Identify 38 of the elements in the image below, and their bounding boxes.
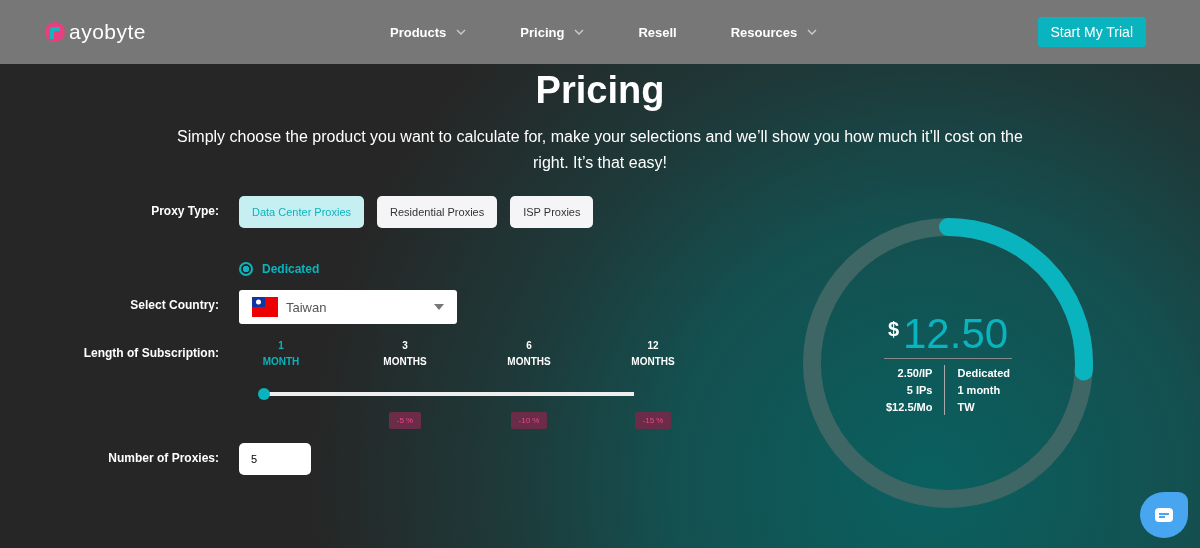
subscription-option[interactable]: 3 MONTHS xyxy=(343,338,467,370)
discount-badge: -10 % xyxy=(510,412,548,429)
flag-icon xyxy=(252,297,278,317)
field-label: Number of Proxies: xyxy=(107,450,219,467)
logo-icon xyxy=(44,21,66,43)
radio-button[interactable] xyxy=(239,262,253,276)
chat-icon xyxy=(1154,507,1174,523)
proxy-type-tab[interactable]: Residential Proxies xyxy=(377,196,498,228)
field-label: Length of Subscription: xyxy=(82,345,219,362)
slider-thumb[interactable] xyxy=(258,388,270,400)
input-field[interactable]: 5 xyxy=(239,443,311,475)
intro-text: Simply choose the product you want to calculate for, make your selections and we’ll show you how much it’ll cost on the right. It’s that easy! xyxy=(176,127,1024,173)
price-value: 12.50 xyxy=(903,311,1009,356)
discount-badge: -5 % xyxy=(388,412,422,429)
field-label: Proxy Type: xyxy=(150,203,219,220)
nav-link[interactable]: Resell xyxy=(638,24,677,40)
page-title: Pricing xyxy=(534,68,666,112)
summary-text: $12.5/Mo xyxy=(885,400,933,413)
subscription-option[interactable]: 12 MONTHS xyxy=(591,338,715,370)
summary-text: 1 month xyxy=(957,383,1002,396)
country-dropdown[interactable]: Taiwan xyxy=(239,290,457,324)
proxy-type-tab[interactable]: ISP Proxies xyxy=(510,196,594,228)
subscription-option[interactable]: 1 MONTH xyxy=(219,338,343,370)
nav-link[interactable]: Pricing xyxy=(520,24,585,40)
nav-link[interactable]: Products xyxy=(390,24,467,40)
summary-text: TW xyxy=(957,400,976,413)
field-label: Select Country: xyxy=(129,297,219,314)
currency-symbol: $ xyxy=(887,317,899,341)
summary-text: Dedicated xyxy=(957,366,1010,379)
nav-link[interactable]: Resources xyxy=(730,24,818,40)
discount-badge: -15 % xyxy=(634,412,672,429)
caret-icon xyxy=(434,304,444,310)
logo-text: ayobyte xyxy=(69,20,147,44)
summary-text: 2.50/IP xyxy=(897,366,933,379)
radio-label: Dedicated xyxy=(262,262,320,276)
summary-text: 5 IPs xyxy=(906,383,933,396)
chat-button[interactable] xyxy=(1140,492,1188,538)
subscription-option[interactable]: 6 MONTHS xyxy=(467,338,591,370)
